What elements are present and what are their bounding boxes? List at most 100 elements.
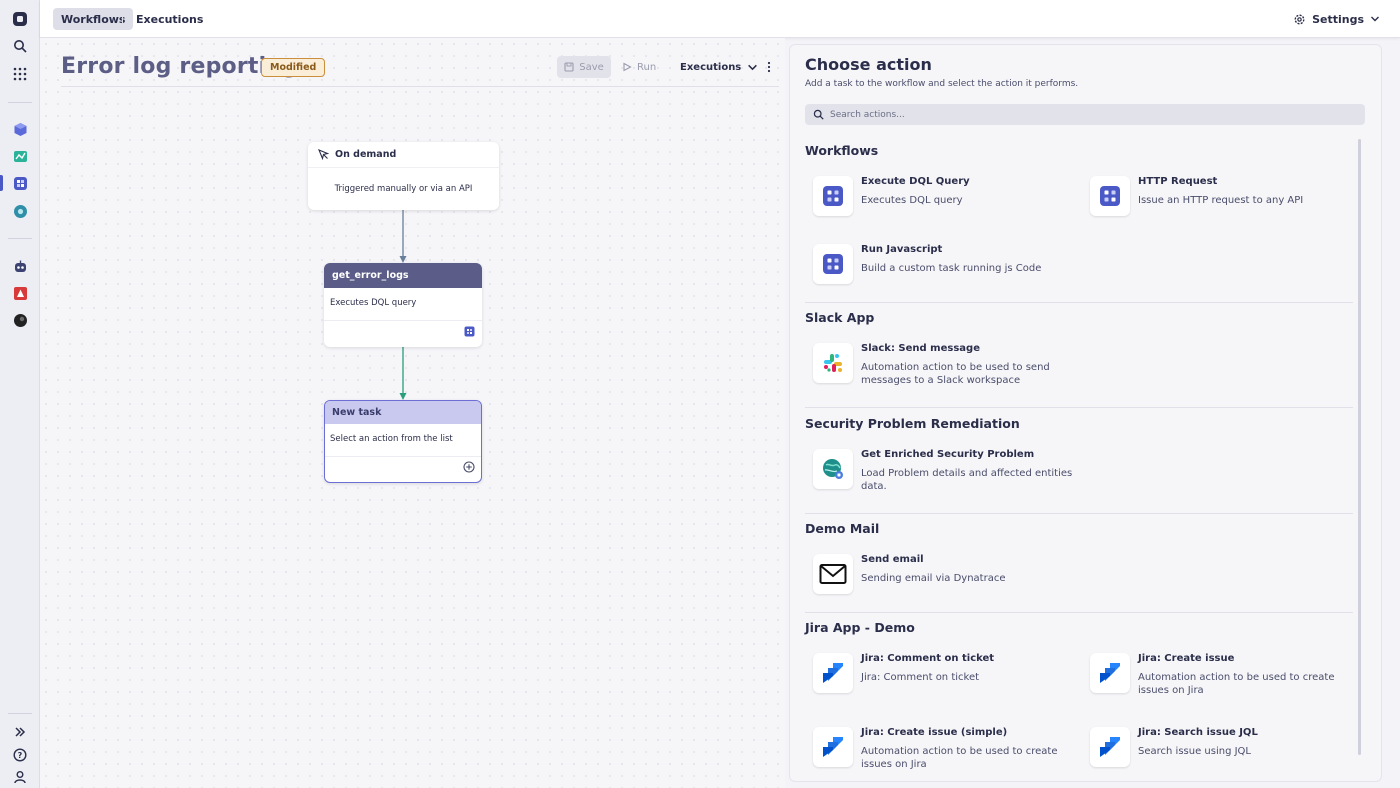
active-app-indicator <box>0 175 3 191</box>
section-divider <box>805 612 1353 613</box>
save-label: Save <box>579 61 604 73</box>
chevron-down-icon <box>1371 16 1379 22</box>
trigger-node[interactable]: On demand Triggered manually or via an A… <box>308 142 499 210</box>
executions-label: Executions <box>680 61 742 73</box>
slack-icon <box>813 343 853 383</box>
action-name: HTTP Request <box>1138 176 1218 187</box>
workflow-canvas[interactable]: Error log reporting Modified Save Run Ex… <box>40 38 785 788</box>
action-name: Slack: Send message <box>861 343 980 354</box>
action-name: Jira: Create issue <box>1138 653 1235 664</box>
section-divider <box>805 513 1353 514</box>
top-bar: Workflows Executions Settings <box>40 0 1400 38</box>
trigger-node-description: Triggered manually or via an API <box>334 184 473 194</box>
save-icon <box>564 62 574 72</box>
save-button[interactable]: Save <box>557 56 611 78</box>
section-divider <box>805 302 1353 303</box>
red-app-icon[interactable] <box>10 283 30 303</box>
workflow-action-icon <box>464 326 475 340</box>
action-name: Execute DQL Query <box>861 176 970 187</box>
rail-divider <box>8 102 32 103</box>
app-rail: ? <box>0 0 40 788</box>
action-description: Search issue using JQL <box>1138 746 1251 757</box>
action-name: Jira: Comment on ticket <box>861 653 995 664</box>
mail-icon <box>813 554 853 594</box>
search-actions-input[interactable] <box>830 109 1330 120</box>
dynatrace-logo-icon[interactable] <box>10 9 30 29</box>
search-icon <box>813 109 824 120</box>
apps-grid-icon[interactable] <box>10 64 30 84</box>
gear-icon <box>1294 14 1305 24</box>
jira-icon <box>813 727 853 767</box>
action-description: Sending email via Dynatrace <box>861 573 1006 584</box>
section-title-security-problem-remediation: Security Problem Remediation <box>805 416 1020 431</box>
action-description: Issue an HTTP request to any API <box>1138 195 1304 206</box>
workflow-icon <box>813 244 853 284</box>
action-description: Automation action to be used to create i… <box>1138 672 1335 696</box>
connector-trigger-to-task <box>399 210 407 263</box>
dashboard-app-icon[interactable] <box>10 146 30 166</box>
section-title-demo-mail: Demo Mail <box>805 521 880 536</box>
action-description: Automation action to be used to send mes… <box>861 362 1050 386</box>
action-name: Send email <box>861 554 924 565</box>
new-task-node[interactable]: New task Select an action from the list <box>324 400 482 483</box>
security-globe-icon <box>813 449 853 489</box>
action-name: Run Javascript <box>861 244 943 255</box>
action-name: Get Enriched Security Problem <box>861 449 1035 460</box>
action-description: Build a custom task running js Code <box>861 263 1042 274</box>
section-title-slack-app: Slack App <box>805 310 875 325</box>
action-description: Load Problem details and affected entiti… <box>861 468 1073 492</box>
executions-dropdown[interactable]: Executions <box>680 56 758 78</box>
choose-action-panel: Choose action Add a task to the workflow… <box>789 44 1382 782</box>
trigger-node-title: On demand <box>335 149 397 160</box>
play-icon <box>623 62 632 72</box>
workflows-app-icon[interactable] <box>10 173 30 193</box>
vertical-ellipsis-icon <box>767 61 771 73</box>
connector-task-to-new <box>399 347 407 400</box>
workflow-icon <box>813 176 853 216</box>
tab-executions[interactable]: Executions <box>128 8 211 30</box>
new-task-node-title: New task <box>325 401 481 424</box>
tab-divider <box>122 10 123 28</box>
run-label: Run <box>637 61 657 73</box>
search-icon[interactable] <box>10 36 30 56</box>
section-divider <box>805 407 1353 408</box>
rail-divider <box>8 238 32 239</box>
status-badge: Modified <box>261 58 326 77</box>
workflow-icon <box>1090 176 1130 216</box>
jira-icon <box>813 653 853 693</box>
task-node-title: get_error_logs <box>324 263 482 288</box>
expand-rail-icon[interactable] <box>10 722 30 742</box>
panel-subtitle: Add a task to the workflow and select th… <box>805 79 1079 89</box>
settings-menu-button[interactable]: Settings <box>1293 10 1380 28</box>
dark-app-icon[interactable] <box>10 310 30 330</box>
task-node[interactable]: get_error_logs Executes DQL query <box>324 263 482 347</box>
jira-icon <box>1090 727 1130 767</box>
add-action-icon[interactable] <box>463 461 475 476</box>
more-options-button[interactable] <box>762 56 776 78</box>
help-icon[interactable]: ? <box>10 745 30 765</box>
settings-app-icon[interactable] <box>10 201 30 221</box>
robot-app-icon[interactable] <box>10 256 30 276</box>
action-name: Jira: Create issue (simple) <box>861 727 1008 738</box>
cube-app-icon[interactable] <box>10 119 30 139</box>
action-name: Jira: Search issue JQL <box>1138 727 1258 738</box>
cursor-icon <box>318 149 329 160</box>
user-profile-icon[interactable] <box>10 767 30 787</box>
new-task-node-description: Select an action from the list <box>325 424 481 457</box>
action-description: Executes DQL query <box>861 195 963 206</box>
task-node-description: Executes DQL query <box>324 288 482 321</box>
section-title-workflows: Workflows <box>805 143 879 158</box>
search-actions-field[interactable] <box>805 104 1365 125</box>
svg-text:?: ? <box>18 751 23 760</box>
panel-scrollbar[interactable] <box>1358 139 1361 755</box>
header-divider <box>61 86 779 87</box>
panel-title: Choose action <box>805 55 932 74</box>
settings-label: Settings <box>1312 12 1364 26</box>
action-description: Jira: Comment on ticket <box>861 672 980 683</box>
action-description: Automation action to be used to create i… <box>861 746 1058 770</box>
jira-icon <box>1090 653 1130 693</box>
rail-divider <box>8 713 32 714</box>
chevron-down-icon <box>748 64 758 70</box>
run-button[interactable]: Run <box>622 56 656 78</box>
section-title-jira-app-demo: Jira App - Demo <box>805 620 915 635</box>
